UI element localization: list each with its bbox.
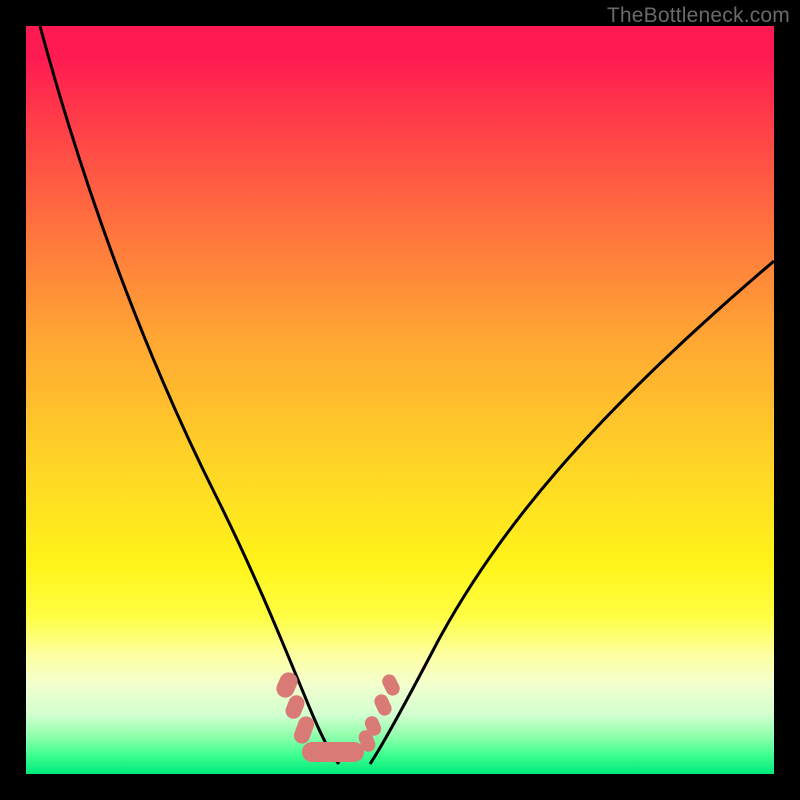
curve-layer xyxy=(26,26,774,774)
watermark-text: TheBottleneck.com xyxy=(607,4,790,28)
plot-area xyxy=(26,26,774,774)
right-curve xyxy=(370,261,774,764)
marker-bar xyxy=(302,742,364,762)
chart-frame: TheBottleneck.com xyxy=(0,0,800,800)
left-curve xyxy=(40,26,339,764)
